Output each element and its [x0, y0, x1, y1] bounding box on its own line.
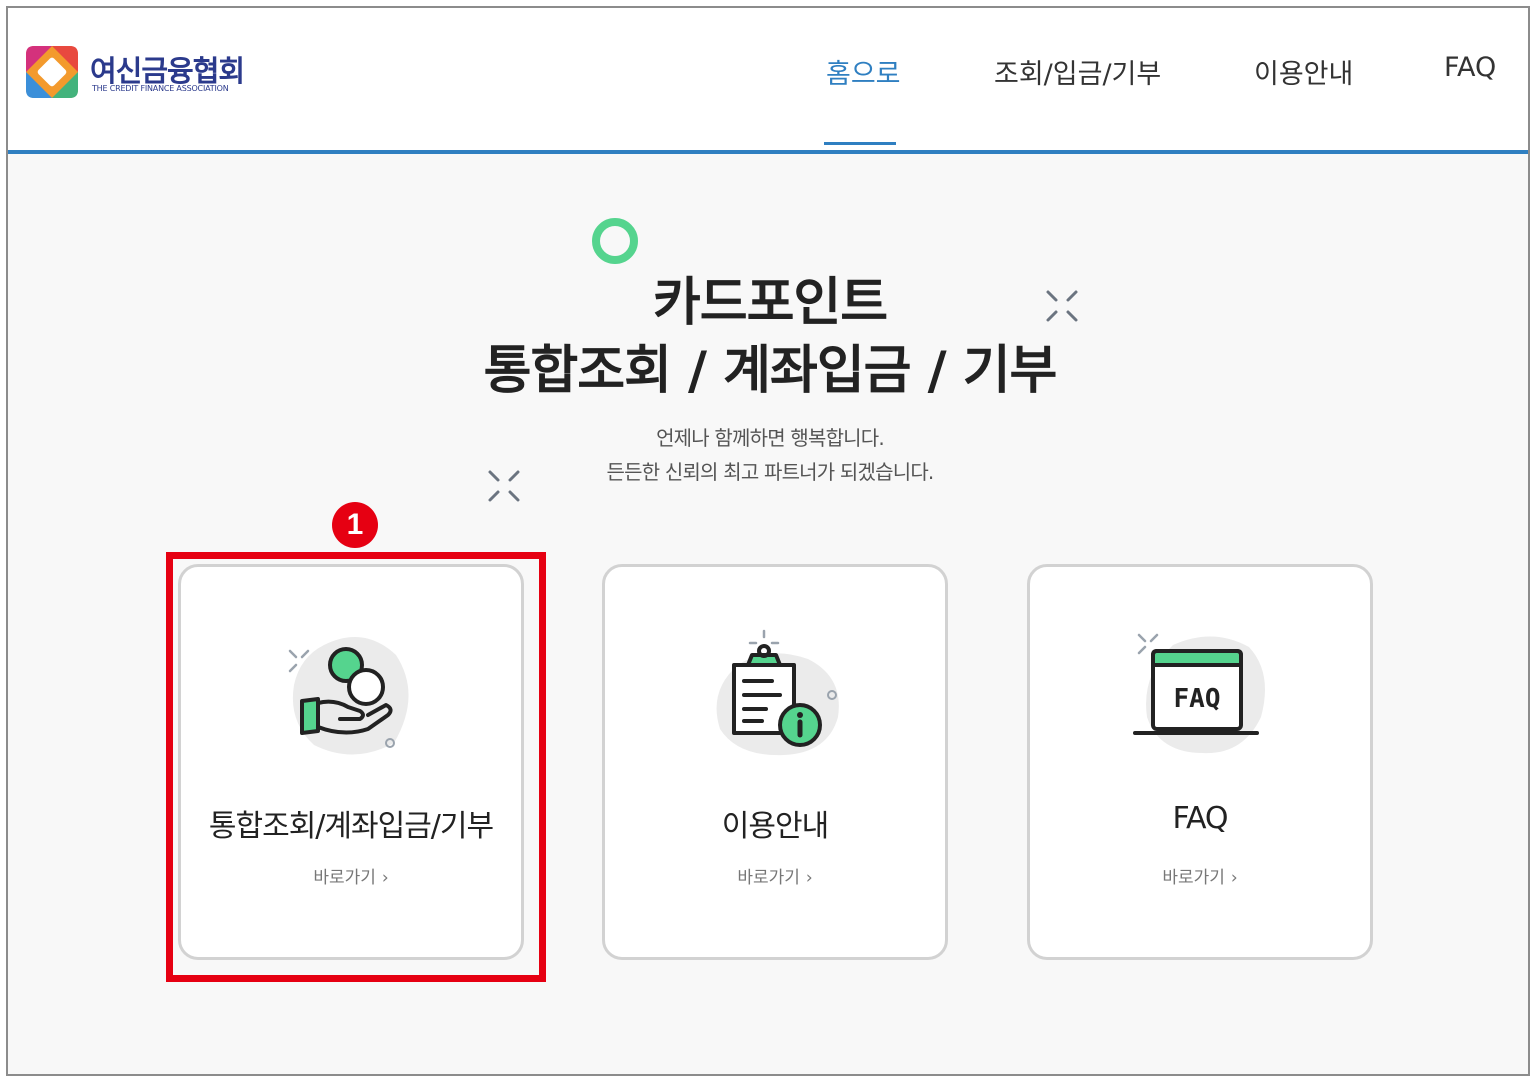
chevron-right-icon: ›: [1230, 868, 1238, 888]
annotation-number-badge: 1: [332, 502, 378, 548]
green-ring-decoration: [592, 218, 638, 264]
card-label: FAQ: [1172, 801, 1228, 836]
logo-subtitle: THE CREDIT FINANCE ASSOCIATION: [92, 84, 229, 93]
hero-subtitle-line1: 언제나 함께하면 행복합니다.: [656, 426, 885, 450]
card-faq[interactable]: FAQ FAQ 바로가기 ›: [1027, 564, 1373, 960]
svg-text:FAQ: FAQ: [1174, 684, 1221, 714]
annotation-highlight-box: [166, 552, 546, 982]
card-shortcut-link[interactable]: 바로가기 ›: [1030, 863, 1370, 888]
card-label: 이용안내: [721, 809, 829, 844]
nav-inquiry-deposit-donation[interactable]: 조회/입금/기부: [994, 52, 1161, 91]
hero-title-line1: 카드포인트: [652, 273, 888, 333]
faq-screen-icon: FAQ: [1133, 633, 1265, 754]
chevron-right-icon: ›: [805, 868, 813, 888]
card-link-label: 바로가기: [737, 868, 800, 888]
hero-subtitle-line2: 든든한 신뢰의 최고 파트너가 되겠습니다.: [606, 460, 935, 484]
nav-faq[interactable]: FAQ: [1444, 52, 1496, 83]
browser-frame: 여신금융협회 THE CREDIT FINANCE ASSOCIATION 홈으…: [6, 6, 1530, 1076]
card-shortcut-link[interactable]: 바로가기 ›: [605, 863, 945, 888]
nav-guide[interactable]: 이용안내: [1254, 52, 1353, 91]
nav-home[interactable]: 홈으로: [826, 52, 901, 91]
card-guide[interactable]: 이용안내 바로가기 ›: [602, 564, 948, 960]
nav-active-underline: [824, 142, 896, 145]
card-link-label: 바로가기: [1162, 868, 1225, 888]
site-header: 여신금융협회 THE CREDIT FINANCE ASSOCIATION 홈으…: [8, 8, 1528, 154]
clipboard-info-icon: [716, 629, 839, 756]
hero-title-line2: 통합조회 / 계좌입금 / 기부: [483, 341, 1058, 401]
site-logo[interactable]: 여신금융협회 THE CREDIT FINANCE ASSOCIATION: [26, 46, 266, 100]
logo-mark-icon: [26, 46, 78, 98]
